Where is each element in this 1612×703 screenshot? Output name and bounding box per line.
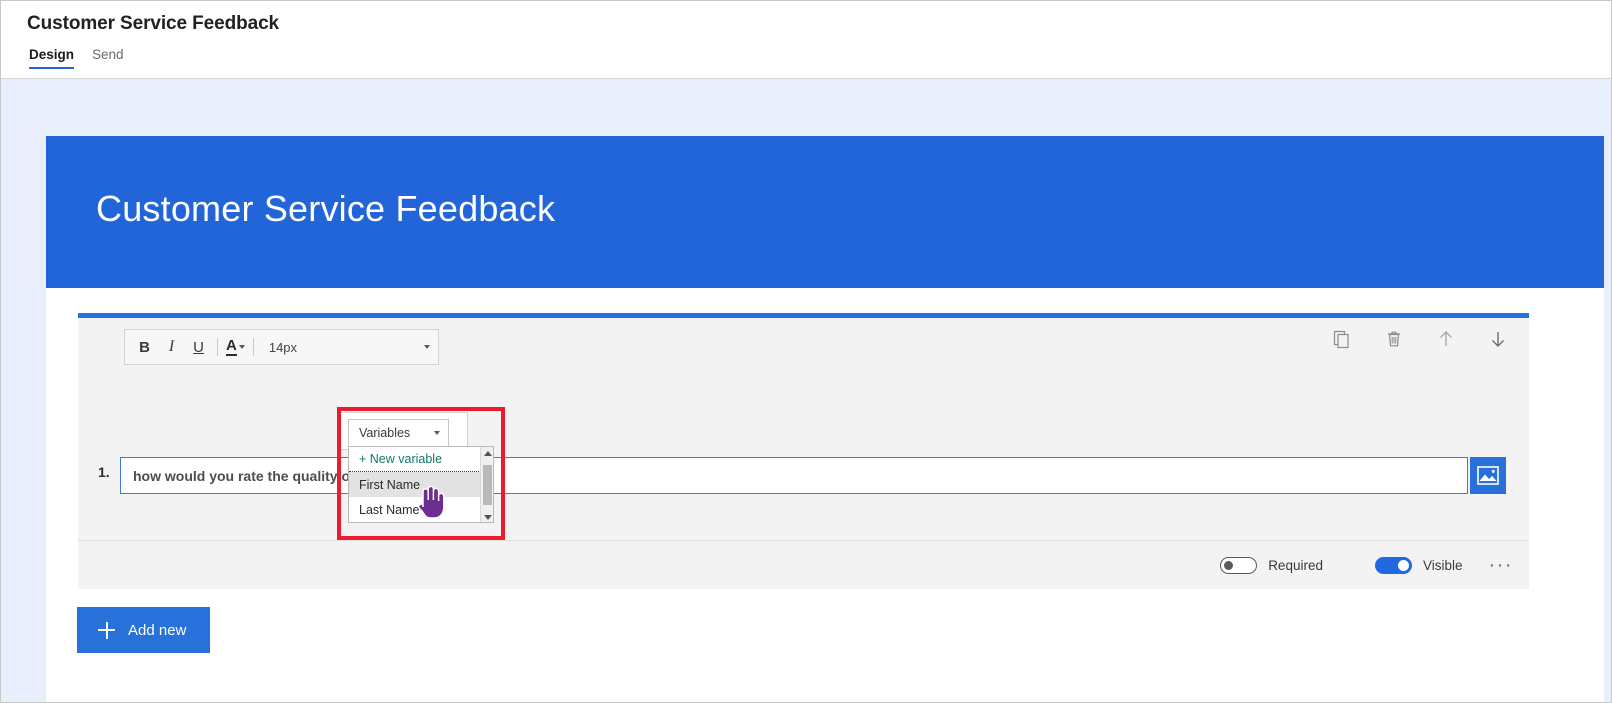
variables-scrollbar[interactable] <box>480 447 493 522</box>
add-new-label: Add new <box>128 621 187 639</box>
underline-button[interactable]: U <box>185 330 212 364</box>
question-card-body: B I U A 14px <box>78 318 1529 540</box>
scroll-up-icon[interactable] <box>481 447 493 460</box>
font-color-letter: A <box>226 337 237 356</box>
bold-button[interactable]: B <box>131 330 158 364</box>
toolbar-divider-1 <box>217 338 218 356</box>
form-banner-title: Customer Service Feedback <box>96 188 556 229</box>
chevron-down-icon <box>434 431 440 435</box>
variables-item-new-variable[interactable]: + New variable <box>349 447 493 472</box>
design-canvas: Customer Service Feedback B I U A 14px R… <box>1 79 1611 702</box>
tab-send[interactable]: Send <box>92 47 124 69</box>
variables-select[interactable]: Variables <box>348 419 449 447</box>
form-page: Customer Service Feedback B I U A 14px R… <box>46 136 1604 702</box>
toolbar-divider-2 <box>252 338 254 356</box>
app-root: Customer Service Feedback Design Send Cu… <box>0 0 1612 703</box>
toggle-knob <box>1397 560 1409 571</box>
font-color-button[interactable]: A <box>223 338 248 356</box>
more-options-icon[interactable]: ··· <box>1489 554 1513 577</box>
chevron-down-icon <box>238 345 245 349</box>
plus-icon <box>98 621 115 639</box>
variables-item-first-name[interactable]: First Name <box>349 472 493 497</box>
visible-toggle[interactable] <box>1374 557 1412 574</box>
tab-design[interactable]: Design <box>29 47 75 69</box>
required-label: Required <box>1268 558 1323 573</box>
visible-label: Visible <box>1422 558 1463 573</box>
question-number: 1. <box>98 464 110 480</box>
question-card-footer: Required Visible ··· <box>78 540 1529 589</box>
image-icon[interactable] <box>1470 457 1506 494</box>
page-title: Customer Service Feedback <box>27 13 280 34</box>
arrow-down-icon[interactable] <box>1485 326 1511 352</box>
scrollbar-thumb[interactable] <box>483 465 492 505</box>
chevron-down-icon <box>424 345 430 349</box>
tab-bar: Design Send <box>29 47 124 69</box>
app-header: Customer Service Feedback Design Send <box>1 1 1611 79</box>
form-banner[interactable]: Customer Service Feedback <box>46 136 1604 288</box>
question-text-input[interactable]: how would you rate the quality of o <box>120 457 1468 494</box>
trash-icon[interactable] <box>1381 326 1407 352</box>
variables-item-last-name[interactable]: Last Name <box>349 497 493 522</box>
variables-label: Variables <box>359 426 411 440</box>
question-card: B I U A 14px Required Visible ··· <box>78 313 1529 589</box>
toggle-knob <box>1224 560 1234 570</box>
copy-icon[interactable] <box>1329 326 1355 352</box>
question-footer-controls: Required Visible ··· <box>1220 541 1513 590</box>
arrow-up-icon[interactable] <box>1433 326 1459 352</box>
font-size-value: 14px <box>268 339 298 355</box>
italic-button[interactable]: I <box>158 330 185 364</box>
question-actions <box>1329 326 1511 352</box>
rich-text-toolbar: B I U A 14px <box>124 329 439 365</box>
variables-dropdown-list: + New variable First Name Last Name <box>348 446 494 523</box>
required-toggle[interactable] <box>1220 557 1258 574</box>
add-new-button[interactable]: Add new <box>77 607 210 653</box>
font-size-select[interactable]: 14px <box>259 340 438 355</box>
scroll-down-icon[interactable] <box>481 511 493 522</box>
